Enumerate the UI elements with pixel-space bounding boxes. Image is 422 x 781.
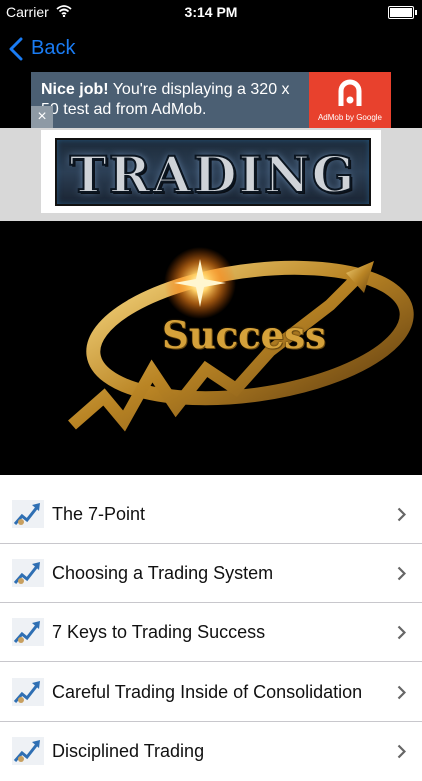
list-item[interactable]: Careful Trading Inside of Consolidation — [0, 663, 422, 722]
list-item[interactable]: Disciplined Trading — [0, 722, 422, 781]
list-item-label: 7 Keys to Trading Success — [52, 622, 266, 642]
chevron-right-icon — [397, 566, 406, 581]
status-time: 3:14 PM — [184, 4, 238, 20]
chevron-right-icon — [397, 685, 406, 700]
ad-close-button[interactable]: × — [31, 106, 53, 128]
trading-chart-icon — [12, 678, 44, 706]
list-item-label: Choosing a Trading System — [52, 563, 274, 583]
ad-text: Nice job! You're displaying a 320 x 50 t… — [41, 80, 303, 120]
list-item[interactable]: 7 Keys to Trading Success — [0, 603, 422, 662]
list-item-label: The 7-Point — [52, 504, 146, 524]
admob-test-banner[interactable]: Nice job! You're displaying a 320 x 50 t… — [31, 72, 391, 128]
ad-area: Nice job! You're displaying a 320 x 50 t… — [0, 72, 422, 128]
logo-plate: TRADING — [55, 138, 371, 206]
ad-brand-label: AdMob by Google — [317, 113, 383, 122]
chevron-right-icon — [397, 625, 406, 640]
trading-chart-icon — [12, 737, 44, 765]
admob-icon — [338, 79, 362, 106]
topic-list: The 7-Point Choosing a Trading System 7 … — [0, 475, 422, 781]
chevron-left-icon — [9, 37, 23, 61]
chevron-right-icon — [397, 507, 406, 522]
trading-chart-icon — [12, 559, 44, 587]
list-item-label: Careful Trading Inside of Consolidation — [52, 682, 363, 702]
trading-chart-icon — [12, 618, 44, 646]
list-item[interactable]: The 7-Point — [0, 485, 422, 544]
navigation-bar: Back — [0, 24, 422, 73]
battery-icon — [388, 6, 417, 19]
ad-headline: Nice job! — [41, 81, 109, 98]
hero-success-text: Success — [162, 313, 326, 357]
admob-logo: AdMob by Google — [309, 72, 391, 128]
back-label: Back — [31, 37, 76, 59]
trading-chart-icon — [12, 500, 44, 528]
hero-image: Success — [0, 221, 422, 475]
status-bar: Carrier 3:14 PM — [0, 0, 422, 24]
trading-logo: TRADING — [41, 130, 381, 213]
logo-text: TRADING — [69, 144, 357, 205]
list-item-label: Disciplined Trading — [52, 741, 205, 761]
chevron-right-icon — [397, 744, 406, 759]
list-item[interactable]: Choosing a Trading System — [0, 544, 422, 603]
header-banner: TRADING — [0, 128, 422, 221]
